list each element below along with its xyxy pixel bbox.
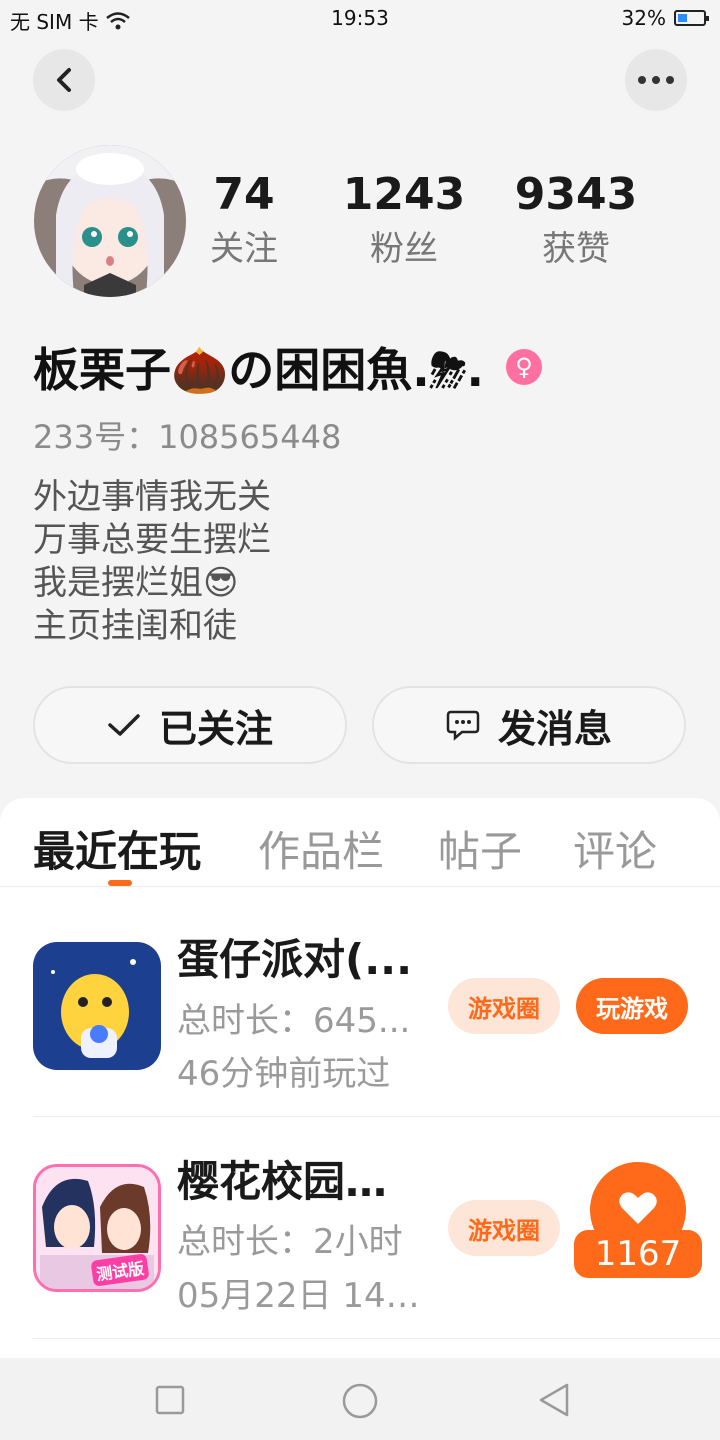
bio-line: 主页挂闺和徒 [33,606,237,646]
heart-icon [619,1192,657,1224]
tab-recently-played[interactable]: 最近在玩 [33,818,201,879]
status-right: 32% [621,6,709,30]
profile-name: 板栗子🌰の困困魚.⛈. [33,343,485,397]
game-icon-eggy-party[interactable] [33,942,161,1070]
game-circle-button[interactable]: 游戏圈 [448,978,560,1034]
row-divider [33,1338,720,1339]
game-last-played: 05月22日 14:... [177,1276,422,1316]
game-title: 樱花校园模... [177,1157,427,1206]
circle-icon[interactable] [341,1382,379,1420]
check-icon [108,714,140,736]
message-button-label: 发消息 [497,706,612,751]
game-title: 蛋仔派对(... [177,935,413,984]
stat-likes-count: 9343 [514,169,638,220]
game-icon-image [33,942,161,1070]
tab-comments[interactable]: 评论 [573,818,657,879]
more-icon [638,76,674,84]
profile-name-row: 板栗子🌰の困困魚.⛈. ♀ [33,334,543,400]
followed-button-label: 已关注 [158,706,273,751]
like-widget[interactable]: 1167 [574,1162,702,1278]
tab-posts[interactable]: 帖子 [438,818,522,879]
stat-followers[interactable]: 1243 粉丝 [329,170,479,270]
status-bar: 无 SIM 卡 19:53 32% [0,0,720,38]
game-duration: 总时长：2小时 [177,1222,403,1262]
battery-percent: 32% [621,6,666,30]
stat-likes[interactable]: 9343 获赞 [501,170,651,270]
back-button[interactable] [33,49,95,111]
bio-line: 外边事情我无关 [33,477,271,517]
row-divider [33,1116,720,1117]
square-icon[interactable] [155,1385,185,1415]
system-nav-bar [0,1360,720,1440]
stat-following-count: 74 [213,169,275,220]
status-time: 19:53 [331,6,389,30]
avatar-image [34,145,186,297]
game-icon-sakura-school[interactable]: 测试版 [33,1164,161,1292]
game-last-played: 46分钟前玩过 [177,1054,391,1094]
stat-following-label: 关注 [210,229,278,269]
bio-line: 我是摆烂姐😎 [33,563,239,603]
back-icon [57,68,71,92]
stat-likes-label: 获赞 [542,229,610,269]
more-button[interactable] [625,49,687,111]
followed-button[interactable]: 已关注 [33,686,347,764]
message-icon [446,710,480,741]
like-count: 1167 [574,1230,702,1278]
stat-followers-label: 粉丝 [370,229,438,269]
avatar[interactable] [34,145,186,297]
triangle-back-icon[interactable] [537,1382,571,1418]
tab-divider [0,886,720,887]
female-icon: ♀ [506,349,543,385]
battery-icon [674,10,709,26]
stat-followers-count: 1243 [342,169,466,220]
game-circle-button[interactable]: 游戏圈 [448,1200,560,1256]
stat-following[interactable]: 74 关注 [169,170,319,270]
bio: 外边事情我无关 万事总要生摆烂 我是摆烂姐😎 主页挂闺和徒 [33,476,271,648]
game-duration: 总时长：645... [177,1001,411,1041]
user-id: 233号：108565448 [33,418,342,456]
tab-works[interactable]: 作品栏 [258,818,384,879]
message-button[interactable]: 发消息 [372,686,686,764]
play-game-button[interactable]: 玩游戏 [576,978,688,1034]
bio-line: 万事总要生摆烂 [33,520,271,560]
